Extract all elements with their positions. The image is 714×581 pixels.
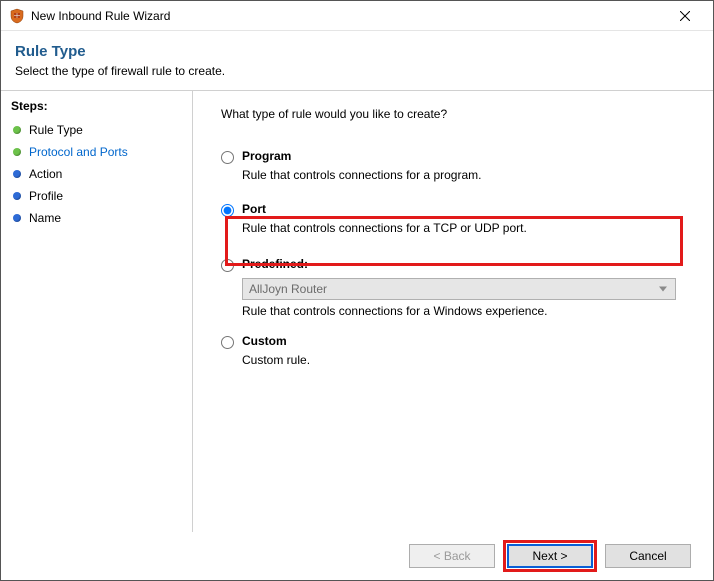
back-button: < Back bbox=[409, 544, 495, 568]
wizard-footer: < Back Next > Cancel bbox=[1, 532, 713, 580]
option-custom: Custom Custom rule. bbox=[221, 334, 695, 367]
cancel-button[interactable]: Cancel bbox=[605, 544, 691, 568]
step-bullet-icon bbox=[13, 170, 21, 178]
firewall-shield-icon bbox=[9, 8, 25, 24]
option-custom-label: Custom bbox=[242, 334, 287, 348]
predefined-select[interactable]: AllJoyn Router bbox=[242, 278, 676, 300]
step-label: Profile bbox=[29, 189, 63, 203]
window-title: New Inbound Rule Wizard bbox=[31, 9, 663, 23]
radio-program[interactable] bbox=[221, 151, 234, 164]
steps-heading: Steps: bbox=[11, 99, 182, 113]
radio-predefined-row[interactable]: Predefined: bbox=[221, 257, 695, 272]
predefined-selected-value: AllJoyn Router bbox=[249, 282, 327, 296]
page-title: Rule Type bbox=[15, 43, 699, 60]
option-program: Program Rule that controls connections f… bbox=[221, 149, 695, 182]
option-port-label: Port bbox=[242, 202, 266, 216]
wizard-main: What type of rule would you like to crea… bbox=[193, 91, 713, 532]
step-bullet-icon bbox=[13, 126, 21, 134]
question-text: What type of rule would you like to crea… bbox=[221, 107, 695, 121]
option-program-desc: Rule that controls connections for a pro… bbox=[242, 168, 695, 182]
radio-custom[interactable] bbox=[221, 336, 234, 349]
radio-program-row[interactable]: Program bbox=[221, 149, 695, 164]
wizard-window: New Inbound Rule Wizard Rule Type Select… bbox=[0, 0, 714, 581]
page-subtitle: Select the type of firewall rule to crea… bbox=[15, 64, 699, 78]
step-action[interactable]: Action bbox=[11, 163, 182, 185]
step-name[interactable]: Name bbox=[11, 207, 182, 229]
next-button-label: Next > bbox=[532, 549, 567, 563]
option-port: Port Rule that controls connections for … bbox=[217, 198, 695, 241]
cancel-button-label: Cancel bbox=[629, 549, 666, 563]
radio-custom-row[interactable]: Custom bbox=[221, 334, 695, 349]
step-label: Action bbox=[29, 167, 62, 181]
predefined-select-wrap: AllJoyn Router bbox=[242, 278, 695, 300]
radio-port-row[interactable]: Port bbox=[221, 202, 691, 217]
option-port-desc: Rule that controls connections for a TCP… bbox=[242, 221, 691, 235]
step-label: Rule Type bbox=[29, 123, 83, 137]
radio-port[interactable] bbox=[221, 204, 234, 217]
wizard-body: Steps: Rule Type Protocol and Ports Acti… bbox=[1, 91, 713, 532]
option-custom-desc: Custom rule. bbox=[242, 353, 695, 367]
back-button-label: < Back bbox=[433, 549, 470, 563]
step-label: Protocol and Ports bbox=[29, 145, 128, 159]
step-rule-type[interactable]: Rule Type bbox=[11, 119, 182, 141]
step-bullet-icon bbox=[13, 148, 21, 156]
step-profile[interactable]: Profile bbox=[11, 185, 182, 207]
step-protocol-ports[interactable]: Protocol and Ports bbox=[11, 141, 182, 163]
wizard-header: Rule Type Select the type of firewall ru… bbox=[1, 31, 713, 91]
close-button[interactable] bbox=[663, 2, 707, 30]
option-program-label: Program bbox=[242, 149, 291, 163]
title-bar: New Inbound Rule Wizard bbox=[1, 1, 713, 31]
highlight-next-annotation: Next > bbox=[503, 540, 597, 572]
next-button[interactable]: Next > bbox=[507, 544, 593, 568]
radio-predefined[interactable] bbox=[221, 259, 234, 272]
option-predefined-label: Predefined: bbox=[242, 257, 308, 271]
steps-sidebar: Steps: Rule Type Protocol and Ports Acti… bbox=[1, 91, 193, 532]
option-predefined: Predefined: AllJoyn Router Rule that con… bbox=[221, 257, 695, 318]
step-label: Name bbox=[29, 211, 61, 225]
option-predefined-desc: Rule that controls connections for a Win… bbox=[242, 304, 695, 318]
close-icon bbox=[680, 11, 690, 21]
step-bullet-icon bbox=[13, 192, 21, 200]
step-bullet-icon bbox=[13, 214, 21, 222]
